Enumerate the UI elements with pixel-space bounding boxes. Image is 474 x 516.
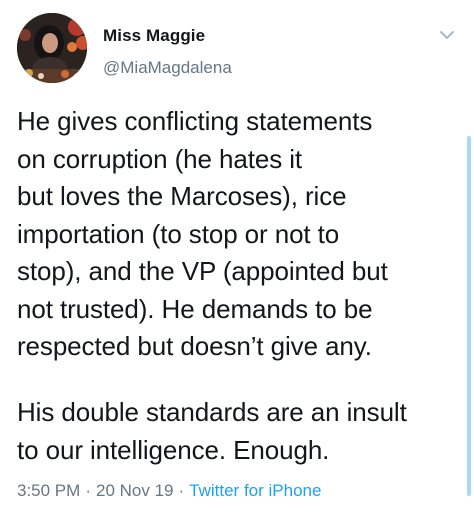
meta-separator: ·: [85, 481, 91, 500]
tweet-card: Miss Maggie @MiaMagdalena He gives confl…: [0, 0, 474, 516]
tweet-text-paragraph-2: His double standards are an insult to ou…: [17, 397, 407, 465]
scrollbar[interactable]: [467, 136, 471, 496]
tweet-date: 20 Nov 19: [95, 481, 174, 500]
chevron-down-icon[interactable]: [439, 28, 455, 40]
avatar[interactable]: [17, 13, 87, 83]
tweet-metadata: 3:50 PM · 20 Nov 19 · Twitter for iPhone: [17, 481, 321, 501]
tweet-time: 3:50 PM: [17, 481, 81, 500]
meta-separator: ·: [178, 481, 185, 500]
user-handle[interactable]: @MiaMagdalena: [103, 58, 232, 78]
tweet-source-link[interactable]: Twitter for iPhone: [189, 481, 321, 500]
tweet-text-paragraph-1: He gives conflicting statements on corru…: [17, 106, 388, 361]
display-name[interactable]: Miss Maggie: [103, 26, 205, 46]
